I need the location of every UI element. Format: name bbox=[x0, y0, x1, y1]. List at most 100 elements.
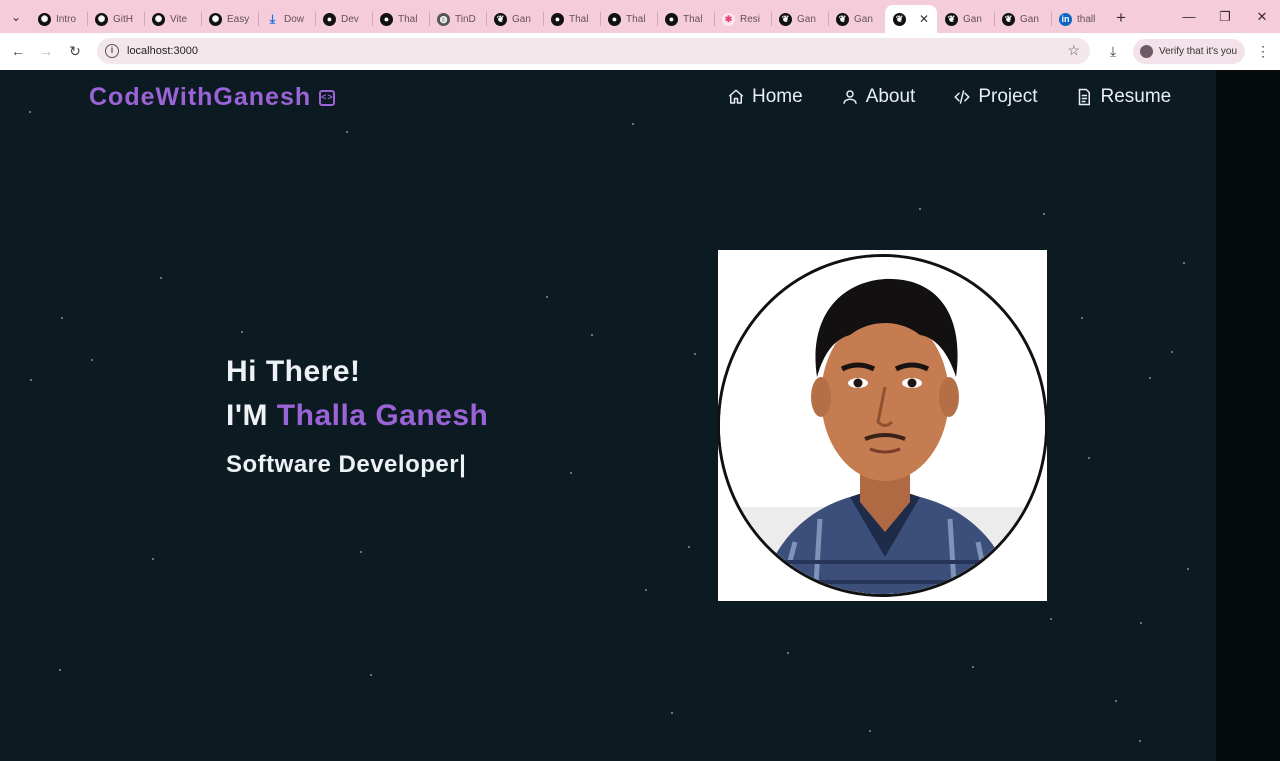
star-dot bbox=[360, 551, 362, 553]
back-button[interactable]: ← bbox=[7, 40, 29, 62]
star-dot bbox=[1081, 317, 1083, 319]
code-bracket-icon: <> bbox=[319, 89, 336, 106]
tab-label: Thal bbox=[683, 13, 703, 25]
restore-button[interactable]: ❐ bbox=[1207, 0, 1243, 33]
site-info-icon[interactable]: i bbox=[105, 44, 119, 58]
browser-tab[interactable]: ❦ Gan bbox=[994, 5, 1051, 33]
nav-about[interactable]: About bbox=[841, 86, 916, 108]
document-icon bbox=[1079, 88, 1091, 106]
browser-tab[interactable]: ❦ Gan bbox=[771, 5, 828, 33]
tab-active[interactable]: ❦ ✕ bbox=[885, 5, 937, 33]
browser-tab[interactable]: in thall bbox=[1051, 5, 1108, 33]
browser-chrome: ⌄ ✺ Intro ✺ GitH ✺ Vite ✺ Easy ⤓ Dow ● Dev ● Thal ◍ Tin… bbox=[0, 0, 1280, 70]
browser-tab[interactable]: ❦ Gan bbox=[937, 5, 994, 33]
hero-text: Hi There! I'M Thalla Ganesh Software Dev… bbox=[226, 355, 488, 479]
star-dot bbox=[29, 111, 31, 113]
download-icon: ⤓ bbox=[269, 11, 276, 26]
star-dot bbox=[1115, 700, 1117, 702]
openai-icon: ✺ bbox=[152, 12, 165, 26]
browser-tab[interactable]: ● Dev bbox=[315, 5, 372, 33]
address-bar[interactable]: i localhost:3000 ☆ bbox=[97, 38, 1090, 64]
browser-toolbar: ← → ↻ i localhost:3000 ☆ ⤓ Verify that i… bbox=[0, 33, 1280, 70]
tab-search-icon[interactable]: ⌄ bbox=[6, 7, 26, 27]
browser-tab[interactable]: ✺ Vite bbox=[144, 5, 201, 33]
star-dot bbox=[91, 359, 93, 361]
browser-tab[interactable]: ● Thal bbox=[600, 5, 657, 33]
site-logo[interactable]: CodeWithGanesh <> bbox=[89, 83, 336, 112]
browser-tab[interactable]: ◍ TinD bbox=[429, 5, 486, 33]
nav-project[interactable]: Project bbox=[953, 86, 1037, 108]
browser-tab[interactable]: ✺ GitH bbox=[87, 5, 144, 33]
browser-tab[interactable]: ● Thal bbox=[657, 5, 714, 33]
tab-label: Gan bbox=[1020, 13, 1039, 25]
nav-resume[interactable]: Resume bbox=[1075, 86, 1171, 108]
tab-label: GitH bbox=[113, 13, 133, 25]
leaf-icon: ❦ bbox=[893, 12, 906, 26]
hero-intro-line: I'M Thalla Ganesh bbox=[226, 399, 488, 433]
star-dot bbox=[591, 334, 593, 336]
star-dot bbox=[1187, 568, 1189, 570]
star-dot bbox=[869, 730, 871, 732]
globe-icon: ◍ bbox=[437, 12, 450, 26]
download-icon[interactable]: ⤓ bbox=[1102, 40, 1124, 62]
star-dot bbox=[59, 669, 61, 671]
star-dot bbox=[1050, 618, 1052, 620]
leaf-icon: ❦ bbox=[1002, 12, 1015, 26]
tab-label: Resi bbox=[740, 13, 761, 25]
tab-label: thall bbox=[1077, 13, 1096, 25]
tab-label: Thal bbox=[626, 13, 646, 25]
openai-icon: ✺ bbox=[38, 12, 51, 26]
browser-tab[interactable]: ● Thal bbox=[372, 5, 429, 33]
star-dot bbox=[1149, 377, 1151, 379]
nav-home[interactable]: Home bbox=[727, 86, 803, 108]
star-dot bbox=[787, 652, 789, 654]
hero-name: Thalla Ganesh bbox=[276, 399, 489, 432]
browser-tab[interactable]: ✱ Resi bbox=[714, 5, 771, 33]
verify-label: Verify that it's you bbox=[1159, 46, 1238, 57]
forward-button[interactable]: → bbox=[35, 40, 57, 62]
browser-tab[interactable]: ✺ Easy bbox=[201, 5, 258, 33]
page-viewport: CodeWithGanesh <> Home About Project Res… bbox=[0, 70, 1216, 761]
star-dot bbox=[1088, 457, 1090, 459]
tab-label: Dev bbox=[341, 13, 359, 25]
star-dot bbox=[1043, 213, 1045, 215]
leaf-icon: ❦ bbox=[779, 12, 792, 26]
bookmark-star-icon[interactable]: ☆ bbox=[1067, 42, 1080, 59]
star-dot bbox=[919, 208, 921, 210]
star-dot bbox=[1171, 351, 1173, 353]
tab-label: Gan bbox=[963, 13, 982, 25]
star-dot bbox=[160, 277, 162, 279]
star-dot bbox=[570, 472, 572, 474]
resume-icon: ✱ bbox=[722, 12, 735, 26]
tab-label: Gan bbox=[797, 13, 816, 25]
linkedin-icon: in bbox=[1059, 12, 1072, 26]
github-icon: ● bbox=[323, 12, 336, 26]
github-icon: ● bbox=[608, 12, 621, 26]
leaf-icon: ❦ bbox=[945, 12, 958, 26]
browser-tab[interactable]: ✺ Intro bbox=[30, 5, 87, 33]
browser-tab[interactable]: ● Thal bbox=[543, 5, 600, 33]
star-dot bbox=[152, 558, 154, 560]
github-icon: ● bbox=[665, 12, 678, 26]
close-window-button[interactable]: ✕ bbox=[1244, 0, 1280, 33]
tab-label: Intro bbox=[56, 13, 77, 25]
reload-button[interactable]: ↻ bbox=[64, 40, 86, 62]
minimize-button[interactable]: — bbox=[1171, 0, 1207, 33]
nav-about-label: About bbox=[865, 86, 916, 107]
browser-menu-icon[interactable]: ⋮ bbox=[1252, 40, 1274, 62]
nav-project-label: Project bbox=[978, 86, 1038, 107]
star-dot bbox=[671, 712, 673, 714]
github-icon: ● bbox=[380, 12, 393, 26]
address-url[interactable]: localhost:3000 bbox=[127, 45, 198, 57]
new-tab-button[interactable]: + bbox=[1116, 7, 1126, 33]
browser-tab[interactable]: ❦ Gan bbox=[828, 5, 885, 33]
openai-icon: ✺ bbox=[209, 12, 222, 26]
browser-tab[interactable]: ❦ Gan bbox=[486, 5, 543, 33]
scrollbar-gutter bbox=[1216, 70, 1280, 761]
star-dot bbox=[645, 589, 647, 591]
verify-identity-button[interactable]: Verify that it's you bbox=[1133, 39, 1245, 64]
browser-tab[interactable]: ⤓ Dow bbox=[258, 5, 315, 33]
tab-label: Dow bbox=[284, 13, 305, 25]
tab-strip: ⌄ ✺ Intro ✺ GitH ✺ Vite ✺ Easy ⤓ Dow ● Dev ● Thal ◍ Tin… bbox=[0, 0, 1280, 33]
close-tab-icon[interactable]: ✕ bbox=[919, 12, 929, 26]
